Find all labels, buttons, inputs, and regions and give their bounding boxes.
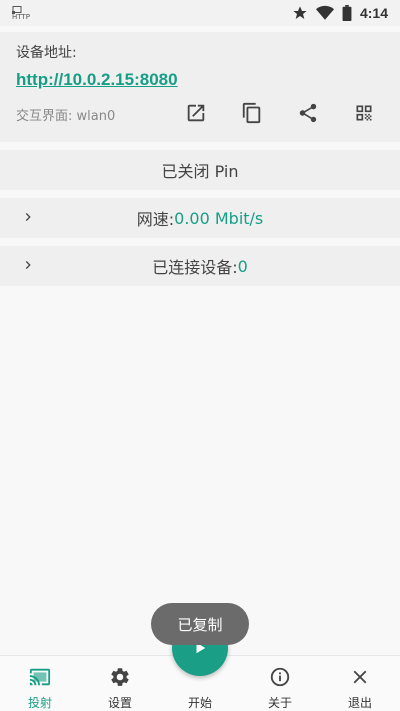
address-url-link[interactable]: http://10.0.2.15:8080 [16, 70, 178, 90]
share-button[interactable] [293, 98, 323, 128]
http-badge: HTTP [12, 12, 30, 21]
address-panel: 设备地址: http://10.0.2.15:8080 交互界面: wlan0 [0, 32, 400, 142]
qr-code-button[interactable] [349, 98, 379, 128]
chevron-right-icon [25, 213, 31, 221]
copied-toast: 已复制 [151, 603, 249, 645]
address-label: 设备地址: [16, 45, 77, 61]
status-bar: HTTP 4:14 [0, 0, 400, 26]
copy-icon [242, 102, 261, 124]
nav-label-exit: 退出 [347, 696, 372, 710]
toast-text: 已复制 [177, 615, 223, 634]
network-speed-row[interactable]: 网速: 0.00 Mbit/s [0, 198, 400, 238]
nav-item-exit[interactable]: 退出 [320, 656, 400, 711]
nav-label-cast: 投射 [27, 696, 52, 710]
chevron-right-icon [25, 261, 31, 269]
status-left: HTTP [12, 5, 30, 21]
connected-devices-label: 已连接设备: [152, 258, 238, 277]
connected-devices-value: 0 [237, 256, 248, 276]
status-right: 4:14 [292, 5, 388, 21]
pin-status-text: 已关闭 Pin [161, 162, 239, 181]
nav-label-about: 关于 [267, 696, 292, 710]
qr-code-icon [356, 105, 372, 121]
nav-item-about[interactable]: 关于 [240, 656, 320, 711]
cast-icon [29, 668, 51, 686]
copy-button[interactable] [237, 98, 267, 128]
status-time: 4:14 [359, 5, 388, 21]
nav-item-settings[interactable]: 设置 [80, 656, 160, 711]
pin-status-row[interactable]: 已关闭 Pin [0, 150, 400, 190]
open-external-icon [187, 104, 205, 122]
open-external-button[interactable] [181, 98, 211, 128]
info-icon [270, 667, 290, 687]
address-actions [0, 98, 400, 128]
battery-icon [342, 5, 352, 21]
settings-icon [111, 668, 129, 686]
nav-label-settings: 设置 [107, 696, 132, 710]
star-icon [293, 6, 307, 19]
connected-devices-row[interactable]: 已连接设备: 0 [0, 246, 400, 286]
network-speed-label: 网速: [136, 210, 175, 229]
share-icon [299, 103, 317, 123]
nav-item-cast[interactable]: 投射 [0, 656, 80, 711]
nav-label-start: 开始 [187, 696, 212, 710]
wifi-icon [315, 5, 334, 20]
network-speed-value: 0.00 Mbit/s [174, 208, 264, 228]
close-icon [353, 670, 367, 684]
